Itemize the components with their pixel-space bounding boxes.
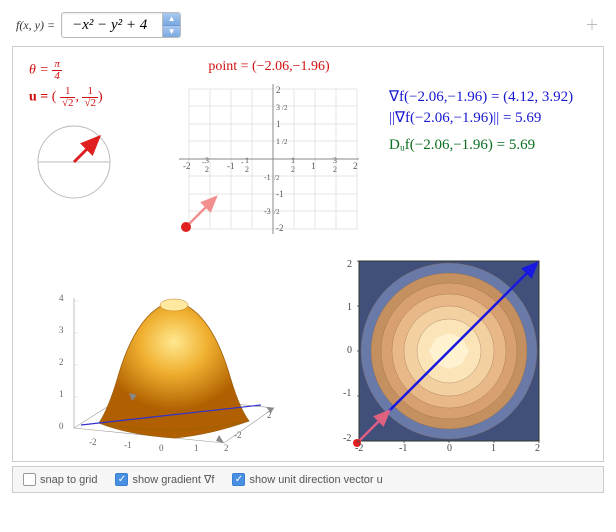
svg-text:1: 1 [276, 137, 280, 146]
surface-3d-plot[interactable]: 43 21 0 -2-1 012 -22 [29, 253, 299, 453]
svg-text:-3: -3 [264, 207, 271, 216]
svg-text:0: 0 [159, 443, 164, 453]
function-dropdown[interactable]: −x² − y² + 4 ▲ ▼ [61, 12, 181, 38]
svg-text:1: 1 [276, 119, 281, 129]
point-label: point = (−2.06,−1.96) [169, 59, 369, 75]
svg-text:-: - [241, 158, 244, 167]
svg-text:/2: /2 [282, 138, 288, 146]
u-vector-label: u = ( 1√2, 1√2) [29, 86, 149, 109]
svg-text:1: 1 [59, 389, 64, 399]
gradient-value: ∇f(−2.06,−1.96) = (4.12, 3.92) [389, 87, 587, 106]
svg-text:/2: /2 [274, 174, 280, 182]
contour-plot[interactable]: 2 1 0 -1 -2 -2 -1 0 1 2 [329, 253, 569, 453]
svg-text:3: 3 [276, 103, 280, 112]
xy-grid-plot[interactable]: -2-1 12 21 -1-2 - 32 12 - 12 32 3/2 1/2 … [169, 79, 359, 239]
unitvec-checkbox[interactable]: ✓ show unit direction vector u [232, 473, 382, 486]
spinner-up-icon[interactable]: ▲ [163, 13, 180, 26]
bottom-controls: snap to grid ✓ show gradient ∇f ✓ show u… [12, 466, 604, 493]
theta-label: θ = π4 [29, 59, 149, 82]
directional-derivative: Dᵤf(−2.06,−1.96) = 5.69 [389, 137, 587, 154]
svg-text:-2: -2 [89, 437, 97, 447]
checkbox-icon: ✓ [232, 473, 245, 486]
svg-text:2: 2 [353, 161, 358, 171]
svg-text:-1: -1 [399, 443, 407, 453]
snap-label: snap to grid [40, 474, 97, 486]
svg-text:/2: /2 [274, 208, 280, 216]
unitvec-label: show unit direction vector u [249, 474, 382, 486]
svg-text:1: 1 [491, 443, 496, 453]
svg-text:/2: /2 [282, 104, 288, 112]
theta-column: θ = π4 u = ( 1√2, 1√2) [29, 59, 149, 243]
unit-circle-plot[interactable] [29, 117, 149, 211]
svg-text:1: 1 [291, 156, 295, 165]
svg-text:2: 2 [347, 259, 352, 270]
svg-text:2: 2 [276, 85, 281, 95]
svg-text:-1: -1 [343, 388, 351, 399]
svg-text:-2: -2 [234, 430, 242, 440]
svg-text:2: 2 [59, 357, 64, 367]
svg-text:3: 3 [59, 325, 64, 335]
svg-text:2: 2 [205, 165, 209, 174]
svg-text:-1: -1 [124, 440, 132, 450]
svg-text:0: 0 [447, 443, 452, 453]
svg-text:-1: -1 [264, 173, 271, 182]
svg-text:2: 2 [245, 165, 249, 174]
checkbox-icon: ✓ [115, 473, 128, 486]
svg-text:2: 2 [535, 443, 540, 453]
info-column: ∇f(−2.06,−1.96) = (4.12, 3.92) ||∇f(−2.0… [389, 59, 587, 243]
checkbox-icon [23, 473, 36, 486]
svg-text:3: 3 [205, 156, 209, 165]
function-spinner[interactable]: ▲ ▼ [162, 13, 180, 37]
svg-text:1: 1 [347, 302, 352, 313]
svg-text:-2: -2 [276, 223, 284, 233]
svg-text:-2: -2 [343, 433, 351, 444]
svg-text:1: 1 [194, 443, 199, 453]
svg-text:0: 0 [59, 421, 64, 431]
main-panel: θ = π4 u = ( 1√2, 1√2) point = (−2.06,−1… [12, 46, 604, 462]
fxy-label: f(x, y) = [16, 18, 55, 33]
gradient-checkbox[interactable]: ✓ show gradient ∇f [115, 473, 214, 486]
svg-text:2: 2 [333, 165, 337, 174]
svg-text:-1: -1 [227, 161, 235, 171]
svg-text:3: 3 [333, 156, 337, 165]
svg-text:2: 2 [224, 443, 229, 453]
svg-text:4: 4 [59, 293, 64, 303]
svg-text:1: 1 [311, 161, 316, 171]
svg-text:-2: -2 [183, 161, 191, 171]
svg-text:2: 2 [291, 165, 295, 174]
gradient-norm: ||∇f(−2.06,−1.96)|| = 5.69 [389, 108, 587, 127]
spinner-down-icon[interactable]: ▼ [163, 26, 180, 38]
svg-text:-1: -1 [276, 189, 284, 199]
plus-icon[interactable]: ＋ [584, 17, 600, 33]
svg-text:1: 1 [245, 156, 249, 165]
svg-text:0: 0 [347, 345, 352, 356]
grid-column: point = (−2.06,−1.96) -2-1 12 [169, 59, 369, 243]
function-value: −x² − y² + 4 [62, 13, 162, 37]
snap-checkbox[interactable]: snap to grid [23, 473, 97, 486]
gradient-label: show gradient ∇f [132, 473, 214, 486]
svg-text:-2: -2 [355, 443, 363, 453]
